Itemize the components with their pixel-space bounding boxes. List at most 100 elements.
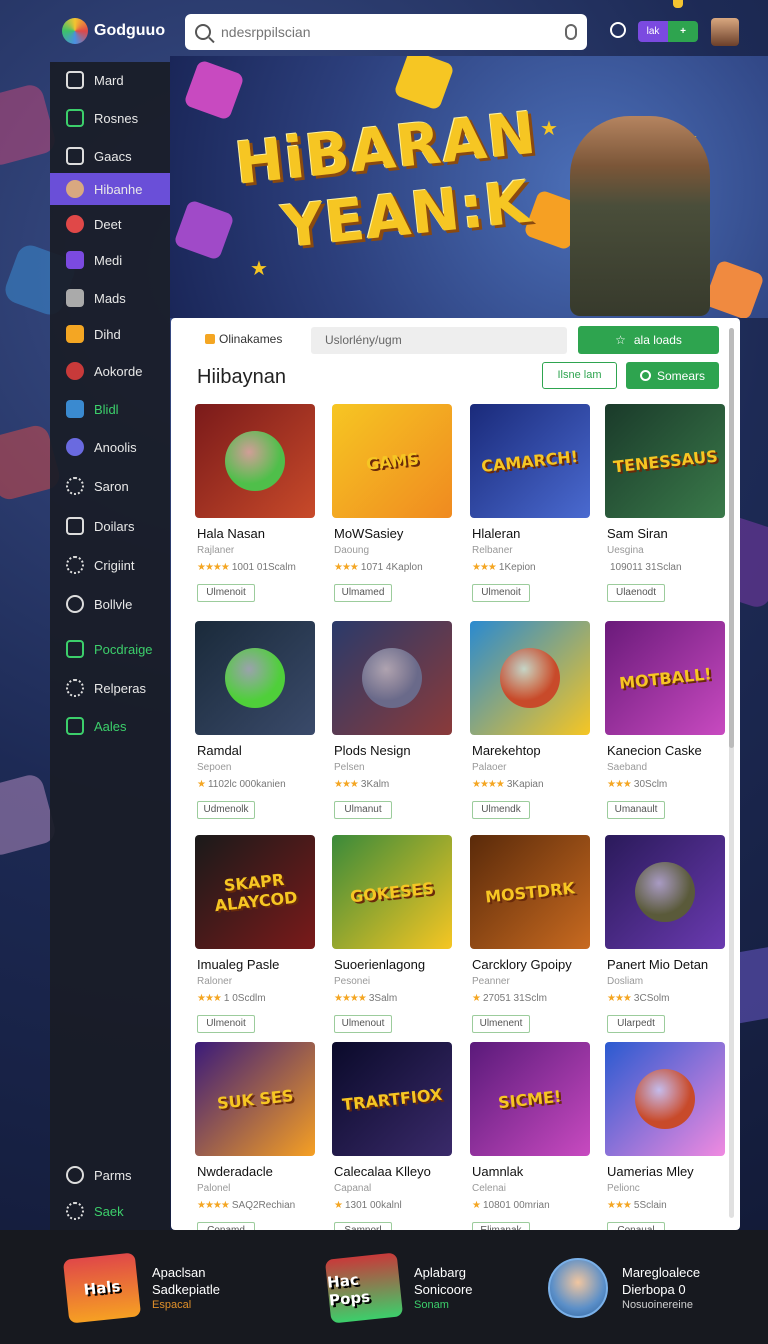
game-thumbnail[interactable]: SICME! [470, 1042, 590, 1156]
game-card[interactable]: CAMARCH! Hlaleran Relbaner ★★★ 1Kepion Ulmeno… [470, 404, 594, 604]
search-icon[interactable] [610, 22, 626, 38]
sidebar-item-relperas[interactable]: Relperas [50, 672, 170, 704]
notification-icon[interactable] [673, 0, 683, 8]
sidebar-item-gaacs[interactable]: Gaacs [50, 140, 170, 172]
game-thumbnail[interactable] [605, 835, 725, 949]
sidebar-item-deet[interactable]: Deet [50, 208, 170, 240]
game-card[interactable]: Hala Nasan Rajlaner ★★★★ 1001 01Scalm Ulmeno… [195, 404, 319, 604]
account-toggle[interactable]: lak + [638, 21, 698, 42]
game-action-button[interactable]: Conamd [197, 1222, 255, 1230]
sidebar-item-crigiint[interactable]: Crigiint [50, 549, 170, 581]
game-card[interactable]: SICME! Uamnlak Celenai ★10801 00mrian Eliman… [470, 1042, 594, 1230]
search-input[interactable] [221, 24, 555, 40]
game-thumbnail[interactable]: TENESSAUS [605, 404, 725, 518]
game-action-button[interactable]: Ularpedt [607, 1015, 665, 1033]
microphone-icon[interactable] [565, 24, 577, 40]
sidebar-item-doilars[interactable]: Doilars [50, 510, 170, 542]
sidebar-item-bollvle[interactable]: Bollvle [50, 588, 170, 620]
game-thumbnail[interactable]: SUK SES [195, 1042, 315, 1156]
game-rating: ★ 1301 00kalnl [334, 1200, 402, 1211]
avatar[interactable] [711, 18, 739, 46]
game-action-button[interactable]: Conaual [607, 1222, 665, 1230]
sidebar-item-hibanhe[interactable]: Hibanhe [50, 173, 170, 205]
game-thumbnail[interactable]: MOSTDRK [470, 835, 590, 949]
promo-item[interactable]: Maregloalece Dierbopa 0 Nosuoinereine [548, 1248, 700, 1328]
game-card[interactable]: TENESSAUS Sam Siran Uesgina 109011 31Sclan U… [605, 404, 729, 604]
game-action-button[interactable]: Elimanak [472, 1222, 530, 1230]
game-action-button[interactable]: Ulmamed [334, 584, 392, 602]
game-thumbnail[interactable]: GAMS [332, 404, 452, 518]
game-action-button[interactable]: Ulmenoit [472, 584, 530, 602]
game-rating: 109011 31Sclan [607, 562, 682, 573]
game-panel: Olinakames Uslorlény/ugm ☆ ala loads Hii… [171, 318, 740, 1230]
sidebar-item-parms[interactable]: Parms [50, 1159, 170, 1191]
sidebar-item-saron[interactable]: Saron [50, 470, 170, 502]
game-action-button[interactable]: Ulmenout [334, 1015, 392, 1033]
game-art-title: TENESSAUS [611, 446, 719, 476]
app-logo[interactable]: Godguuo [50, 18, 180, 44]
game-card[interactable]: SUK SES Nwderadacle Palonel ★★★★ SAQ2Rechian… [195, 1042, 319, 1230]
game-card[interactable]: MOTBALL! Kanecion Caske Saeband ★★★ 30Sclm Um… [605, 621, 729, 821]
sidebar-item-aales[interactable]: Aales [50, 710, 170, 742]
sidebar-item-pocdraige[interactable]: Pocdraige [50, 633, 170, 665]
game-thumbnail[interactable]: CAMARCH! [470, 404, 590, 518]
game-thumbnail[interactable] [195, 621, 315, 735]
filter-input[interactable]: Uslorlény/ugm [311, 327, 567, 354]
sidebar-item-mads[interactable]: Mads [50, 282, 170, 314]
game-thumbnail[interactable] [332, 621, 452, 735]
game-action-button[interactable]: Samnorl [334, 1222, 392, 1230]
game-thumbnail[interactable]: TRARTFIOX [332, 1042, 452, 1156]
game-action-button[interactable]: Ulaenodt [607, 584, 665, 602]
game-thumbnail[interactable] [470, 621, 590, 735]
sidebar-item-medi[interactable]: Medi [50, 244, 170, 276]
game-card[interactable]: GOKESES Suoerienlagong Pesonei ★★★★ 3Salm Ulm… [332, 835, 456, 1035]
game-card[interactable]: SKAPR ALAYCOD Imualeg Pasle Raloner ★★★ 1 0S… [195, 835, 319, 1035]
game-publisher: Uesgina [607, 545, 644, 556]
game-card[interactable]: Panert Mio Detan Dosliam ★★★ 3CSolm Ularpedt [605, 835, 729, 1035]
sidebar-item-saek[interactable]: Saek [50, 1195, 170, 1227]
game-action-button[interactable]: Udmenolk [197, 801, 255, 819]
game-thumbnail[interactable]: SKAPR ALAYCOD [195, 835, 315, 949]
game-action-button[interactable]: Ulmanut [334, 801, 392, 819]
sidebar-item-anoolis[interactable]: Anoolis [50, 431, 170, 463]
scrollbar[interactable] [729, 328, 734, 1218]
sidebar-item-dihd[interactable]: Dihd [50, 318, 170, 350]
game-card[interactable]: Ramdal Sepoen ★ 1102lc 000kanien Udmenolk [195, 621, 319, 821]
add-icon[interactable]: + [668, 21, 698, 42]
tab-online-games[interactable]: Olinakames [205, 332, 282, 346]
game-card[interactable]: Uamerias Mley Pelionc ★★★5Sclain Conaual [605, 1042, 729, 1230]
sidebar-item-rosnes[interactable]: Rosnes [50, 102, 170, 134]
game-action-button[interactable]: Ulmenent [472, 1015, 530, 1033]
monitor-icon [66, 109, 84, 127]
game-card[interactable]: Marekehtop Palaoer ★★★★ 3Kapian Ulmendk [470, 621, 594, 821]
game-thumbnail[interactable]: MOTBALL! [605, 621, 725, 735]
game-publisher: Daoung [334, 545, 370, 556]
promo-item[interactable]: Hals Apaclsan Sadkepiatle Espacal [62, 1248, 220, 1328]
sidebar-item-aokorde[interactable]: Aokorde [50, 355, 170, 387]
game-action-button[interactable]: Ulmendk [472, 801, 530, 819]
promo-item[interactable]: Hac Pops Aplabarg Sonicoore Sonam [324, 1248, 473, 1328]
sidebar-item-blidl[interactable]: Blidl [50, 393, 170, 425]
outline-button[interactable]: Ilsne lam [542, 362, 617, 389]
toggle-left[interactable]: lak [638, 21, 668, 42]
promo-text: Maregloalece Dierbopa 0 Nosuoinereine [622, 1265, 700, 1311]
hero-banner[interactable]: ★ ★ ★ HiBARAN YEAN:K [170, 56, 768, 318]
game-thumbnail[interactable] [195, 404, 315, 518]
search-button[interactable]: Somears [626, 362, 719, 389]
game-card[interactable]: MOSTDRK Carcklory Gpoipy Peanner ★ 27051 31S… [470, 835, 594, 1035]
game-card[interactable]: GAMS MoWSasiey Daoung ★★★ 1071 4Kaplon Ulmame… [332, 404, 456, 604]
gamepad-icon [205, 334, 215, 344]
game-card[interactable]: Plods Nesign Pelsen ★★★ 3Kalm Ulmanut [332, 621, 456, 821]
game-action-button[interactable]: Umanault [607, 801, 665, 819]
game-rating: ★★★ 3Kalm [334, 779, 389, 790]
game-action-button[interactable]: Ulmenoit [197, 584, 255, 602]
game-thumbnail[interactable]: GOKESES [332, 835, 452, 949]
game-thumbnail[interactable] [605, 1042, 725, 1156]
game-action-button[interactable]: Ulmenoit [197, 1015, 255, 1033]
loads-button[interactable]: ☆ ala loads [578, 326, 719, 354]
sidebar-item-label: Parms [94, 1167, 132, 1183]
sidebar-item-mard[interactable]: Mard [50, 64, 170, 96]
rating-meta: 3CSolm [633, 993, 670, 1004]
game-card[interactable]: TRARTFIOX Calecalaa Klleyo Capanal ★ 1301 00… [332, 1042, 456, 1230]
game-publisher: Dosliam [607, 976, 644, 987]
